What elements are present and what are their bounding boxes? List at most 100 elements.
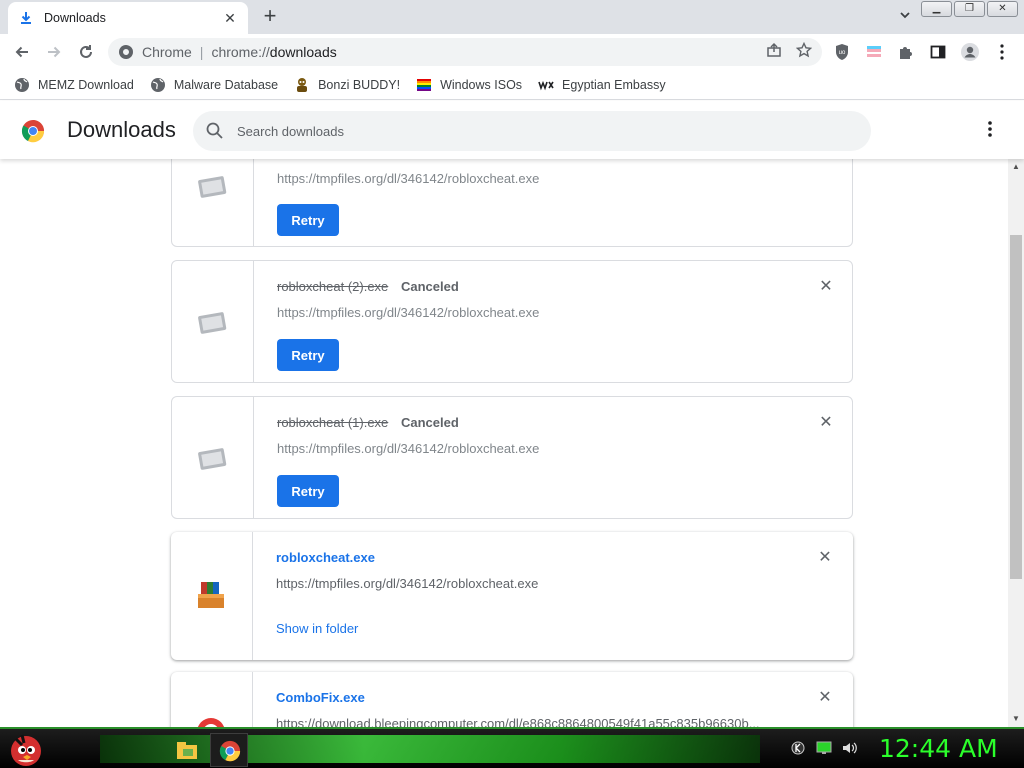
bookmark-label: MEMZ Download [38,77,134,92]
window-controls: ▁ ❐ ✕ [921,1,1018,17]
tray-k-icon[interactable] [790,741,806,757]
bonzi-icon [297,77,308,92]
download-status: Canceled [401,415,459,430]
download-url[interactable]: https://tmpfiles.org/dl/346142/robloxche… [276,576,776,591]
tab-title: Downloads [44,11,106,25]
chrome-menu-icon[interactable] [990,40,1014,64]
flag-extension-icon[interactable] [862,40,886,64]
globe-icon [150,77,165,92]
download-icon [21,12,31,24]
download-url[interactable]: https://tmpfiles.org/dl/346142/robloxche… [277,441,777,456]
share-icon[interactable] [766,42,782,61]
generic-file-icon [198,448,227,470]
tab-close-icon[interactable]: ✕ [222,10,238,27]
winrar-archive-icon [198,582,224,608]
file-icon-column [172,397,254,518]
file-icon-column [172,261,254,382]
chrome-logo-icon [21,120,45,143]
bookmark-windows-isos[interactable]: Windows ISOs [416,77,522,93]
download-status: Canceled [401,279,459,294]
svg-text:uo: uo [839,50,846,56]
omnibox-actions [766,41,813,61]
generic-file-icon [198,176,227,198]
chrome-logo-icon [219,740,241,762]
new-tab-button[interactable]: + [258,5,282,29]
bookmark-memz-download[interactable]: MEMZ Download [14,77,134,93]
extensions-puzzle-icon[interactable] [894,40,918,64]
system-tray [790,741,858,757]
maximize-button[interactable]: ❐ [954,1,985,17]
ublock-icon[interactable]: uo [830,40,854,64]
globe-icon [15,77,29,92]
scroll-down-icon[interactable]: ▼ [1008,711,1024,727]
tab-search-chevron-icon[interactable] [894,8,916,26]
side-panel-icon[interactable] [926,40,950,64]
reload-icon[interactable] [74,40,98,64]
download-item: ComboFix.exe ✕ https://download.bleeping… [171,672,853,727]
toolbar: Chrome | chrome://downloads uo [0,34,1024,70]
tab-strip: Downloads ✕ + ▁ ❐ ✕ [0,0,1024,34]
file-icon-column [171,532,253,660]
network-icon[interactable] [816,741,832,757]
search-input[interactable] [237,123,837,139]
file-name: robloxcheat (1).exe [277,415,389,430]
file-name: robloxcheat (2).exe [277,279,389,294]
search-downloads-box [193,111,871,151]
page-title: Downloads [67,117,176,142]
tab-downloads[interactable]: Downloads ✕ [8,2,248,34]
volume-icon[interactable] [842,741,858,757]
bookmark-star-icon[interactable] [795,41,813,61]
wix-icon [538,80,554,90]
remove-item-icon[interactable]: ✕ [817,550,833,566]
omnibox-scheme: Chrome [142,44,192,60]
bookmark-label: Egyptian Embassy [562,77,666,92]
download-item: https://tmpfiles.org/dl/346142/robloxche… [171,159,853,247]
file-icon-column [171,672,253,727]
remove-item-icon[interactable]: ✕ [818,279,834,295]
taskbar-clock[interactable]: 12:44 AM [879,734,998,763]
download-url[interactable]: https://tmpfiles.org/dl/346142/robloxche… [277,171,777,186]
profile-avatar-icon[interactable] [958,40,982,64]
bookmark-malware-database[interactable]: Malware Database [150,77,278,93]
windows-flag-icon [417,78,432,91]
forward-icon[interactable] [42,40,66,64]
bookmark-bonzi-buddy[interactable]: Bonzi BUDDY! [294,77,400,93]
close-window-button[interactable]: ✕ [987,1,1018,17]
bookmark-label: Bonzi BUDDY! [318,77,401,92]
omnibox-url-path: downloads [269,44,337,60]
file-name-link[interactable]: ComboFix.exe [276,690,365,705]
show-in-folder-link[interactable]: Show in folder [276,621,358,636]
scrollbar-thumb[interactable] [1010,235,1022,579]
angry-bird-start-icon[interactable] [6,729,46,768]
remove-item-icon[interactable]: ✕ [817,690,833,706]
scroll-up-icon[interactable]: ▲ [1008,159,1024,175]
back-icon[interactable] [10,40,34,64]
taskbar: 12:44 AM [0,727,1024,768]
bookmarks-bar: MEMZ Download Malware Database Bonzi BUD… [0,70,1024,100]
combofix-icon [197,718,225,727]
download-url[interactable]: https://tmpfiles.org/dl/346142/robloxche… [277,305,777,320]
omnibox-separator: | [199,44,204,60]
file-explorer-icon[interactable] [174,737,200,763]
file-name-link[interactable]: robloxcheat.exe [276,550,375,565]
retry-button[interactable]: Retry [277,339,339,371]
bookmark-label: Malware Database [173,77,279,92]
minimize-button[interactable]: ▁ [921,1,952,17]
chrome-logo-icon [119,45,133,59]
vertical-scrollbar[interactable]: ▲ ▼ [1008,159,1024,727]
remove-item-icon[interactable]: ✕ [818,415,834,431]
downloads-header: Downloads [0,101,1024,159]
generic-file-icon [198,312,227,334]
extension-icons: uo [830,40,1014,64]
address-bar[interactable]: Chrome | chrome://downloads [108,38,822,66]
taskbar-chrome-button[interactable] [210,733,248,767]
file-icon-column [172,159,254,246]
bookmark-label: Windows ISOs [440,77,523,92]
retry-button[interactable]: Retry [277,475,339,507]
retry-button[interactable]: Retry [277,204,339,236]
download-url[interactable]: https://download.bleepingcomputer.com/dl… [276,716,776,727]
download-item: robloxcheat (1).exe Canceled ✕ https://t… [171,396,853,519]
more-actions-icon[interactable] [980,119,1000,143]
bookmark-egyptian-embassy[interactable]: Egyptian Embassy [538,77,666,93]
search-icon [206,122,223,139]
